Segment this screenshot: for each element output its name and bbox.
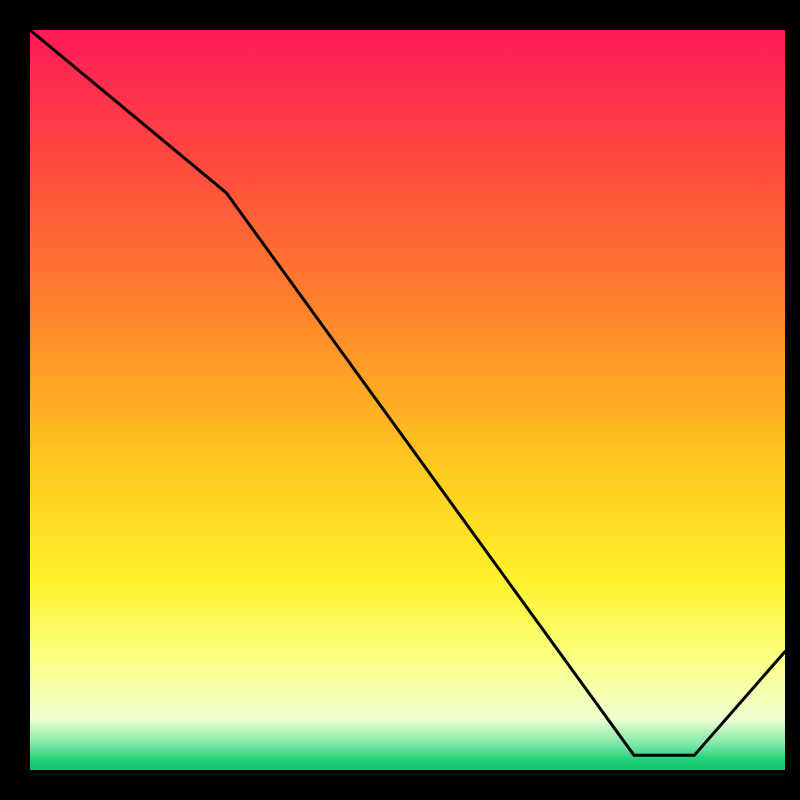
bottleneck-plot (0, 0, 800, 800)
chart-container: TheBottleneck.com (0, 0, 800, 800)
heat-gradient (30, 30, 785, 770)
